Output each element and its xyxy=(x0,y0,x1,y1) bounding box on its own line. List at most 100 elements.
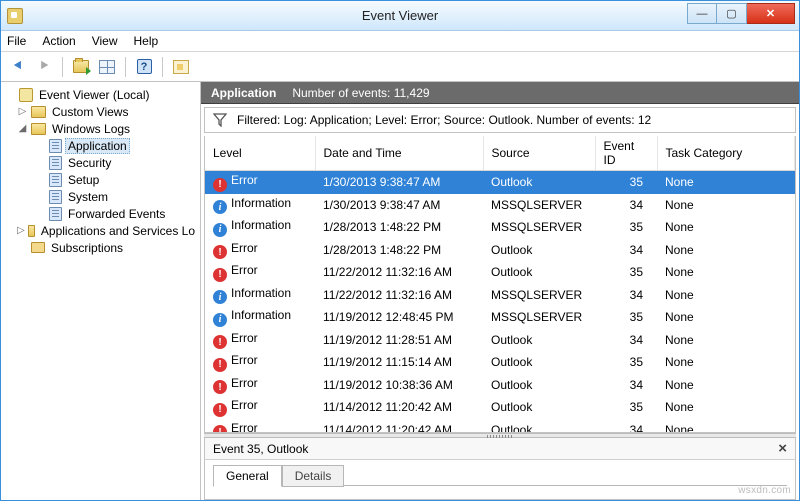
log-header-count: Number of events: 11,429 xyxy=(292,86,429,100)
right-pane: Application Number of events: 11,429 Fil… xyxy=(201,82,799,500)
tree-log-application[interactable]: Application xyxy=(3,137,198,154)
toolbar: ⯇ ⯈ ? xyxy=(1,52,799,82)
minimize-button[interactable]: — xyxy=(687,3,717,24)
tree-log-forwarded[interactable]: Forwarded Events xyxy=(3,205,198,222)
log-icon xyxy=(49,139,62,153)
forward-button[interactable]: ⯈ xyxy=(33,56,55,78)
help-icon: ? xyxy=(137,59,152,74)
tree-subscriptions[interactable]: Subscriptions xyxy=(3,239,198,256)
tree-custom-views[interactable]: ▷ Custom Views xyxy=(3,103,198,120)
table-row[interactable]: Information11/22/2012 11:32:16 AMMSSQLSE… xyxy=(205,284,795,307)
folder-icon xyxy=(28,225,35,237)
action-pane-icon xyxy=(173,60,189,74)
filter-bar[interactable]: Filtered: Log: Application; Level: Error… xyxy=(204,107,796,133)
log-icon xyxy=(49,156,62,170)
details-tabstrip: General Details xyxy=(205,460,795,486)
menu-help[interactable]: Help xyxy=(134,34,159,48)
event-details-pane: Event 35, Outlook × General Details xyxy=(204,438,796,500)
error-icon xyxy=(213,358,227,372)
open-saved-log-button[interactable] xyxy=(70,56,92,78)
error-icon xyxy=(213,178,227,192)
tree-label: Security xyxy=(65,156,114,170)
tree-log-setup[interactable]: Setup xyxy=(3,171,198,188)
tree-label: Event Viewer (Local) xyxy=(36,88,153,102)
tree-log-security[interactable]: Security xyxy=(3,154,198,171)
table-row[interactable]: Error11/14/2012 11:20:42 AMOutlook34None xyxy=(205,419,795,434)
col-datetime[interactable]: Date and Time xyxy=(315,136,483,171)
app-icon xyxy=(7,8,23,24)
tree-label: Subscriptions xyxy=(48,241,126,255)
log-header: Application Number of events: 11,429 xyxy=(201,82,799,104)
error-icon xyxy=(213,245,227,259)
titlebar: Event Viewer — ▢ ✕ xyxy=(1,1,799,31)
menu-action[interactable]: Action xyxy=(42,34,75,48)
event-list[interactable]: Level Date and Time Source Event ID Task… xyxy=(204,136,796,433)
arrow-left-icon: ⯇ xyxy=(12,59,24,74)
tree-label: Custom Views xyxy=(49,105,131,119)
table-row[interactable]: Information1/30/2013 9:38:47 AMMSSQLSERV… xyxy=(205,194,795,217)
watermark: wsxdn.com xyxy=(738,485,791,496)
expand-icon[interactable]: ▷ xyxy=(17,225,25,236)
log-icon xyxy=(49,207,62,221)
table-row[interactable]: Information1/28/2013 1:48:22 PMMSSQLSERV… xyxy=(205,216,795,239)
col-level[interactable]: Level xyxy=(205,136,315,171)
tree-label: Forwarded Events xyxy=(65,207,168,221)
toolbar-separator xyxy=(62,57,63,77)
tree-label: Applications and Services Lo xyxy=(38,224,198,238)
col-task-cat[interactable]: Task Category xyxy=(657,136,795,171)
col-event-id[interactable]: Event ID xyxy=(595,136,657,171)
expand-icon[interactable]: ▷ xyxy=(17,106,28,117)
table-row[interactable]: Error11/19/2012 11:15:14 AMOutlook35None xyxy=(205,351,795,374)
table-row[interactable]: Information11/19/2012 12:48:45 PMMSSQLSE… xyxy=(205,306,795,329)
log-header-name: Application xyxy=(211,86,276,100)
body: Event Viewer (Local) ▷ Custom Views ◢ Wi… xyxy=(1,82,799,500)
info-icon xyxy=(213,290,227,304)
show-hide-console-tree-button[interactable] xyxy=(96,56,118,78)
close-icon[interactable]: × xyxy=(778,440,787,457)
error-icon xyxy=(213,403,227,417)
tree-apps-services[interactable]: ▷ Applications and Services Lo xyxy=(3,222,198,239)
info-icon xyxy=(213,313,227,327)
table-row[interactable]: Error11/14/2012 11:20:42 AMOutlook35None xyxy=(205,396,795,419)
col-source[interactable]: Source xyxy=(483,136,595,171)
toolbar-separator xyxy=(162,57,163,77)
window-title: Event Viewer xyxy=(362,8,438,23)
close-button[interactable]: ✕ xyxy=(747,3,795,24)
help-button[interactable]: ? xyxy=(133,56,155,78)
log-icon xyxy=(49,173,62,187)
table-row[interactable]: Error11/19/2012 11:28:51 AMOutlook34None xyxy=(205,329,795,352)
tree-label: Windows Logs xyxy=(49,122,133,136)
folder-icon xyxy=(73,60,89,73)
arrow-right-icon: ⯈ xyxy=(38,59,50,74)
tab-general[interactable]: General xyxy=(213,465,282,487)
tree-root[interactable]: Event Viewer (Local) xyxy=(3,86,198,103)
back-button[interactable]: ⯇ xyxy=(7,56,29,78)
table-row[interactable]: Error11/22/2012 11:32:16 AMOutlook35None xyxy=(205,261,795,284)
table-row[interactable]: Error11/19/2012 10:38:36 AMOutlook34None xyxy=(205,374,795,397)
error-icon xyxy=(213,380,227,394)
subscriptions-icon xyxy=(31,242,45,253)
maximize-button[interactable]: ▢ xyxy=(717,3,747,24)
details-title-bar: Event 35, Outlook × xyxy=(205,438,795,460)
tree-windows-logs[interactable]: ◢ Windows Logs xyxy=(3,120,198,137)
tab-details[interactable]: Details xyxy=(282,465,345,487)
menu-file[interactable]: File xyxy=(7,34,26,48)
table-row[interactable]: Error1/28/2013 1:48:22 PMOutlook34None xyxy=(205,239,795,262)
table-row[interactable]: Error1/30/2013 9:38:47 AMOutlook35None xyxy=(205,171,795,194)
window-buttons: — ▢ ✕ xyxy=(687,3,795,25)
tree-label: System xyxy=(65,190,111,204)
tree-log-system[interactable]: System xyxy=(3,188,198,205)
error-icon xyxy=(213,268,227,282)
collapse-icon[interactable]: ◢ xyxy=(17,123,28,134)
menubar: File Action View Help xyxy=(1,31,799,52)
error-icon xyxy=(213,425,227,433)
table-header-row: Level Date and Time Source Event ID Task… xyxy=(205,136,795,171)
toolbar-separator xyxy=(125,57,126,77)
console-tree[interactable]: Event Viewer (Local) ▷ Custom Views ◢ Wi… xyxy=(1,82,201,500)
info-icon xyxy=(213,223,227,237)
details-title: Event 35, Outlook xyxy=(213,442,308,456)
menu-view[interactable]: View xyxy=(92,34,118,48)
tree-label: Application xyxy=(65,138,130,154)
show-action-pane-button[interactable] xyxy=(170,56,192,78)
event-viewer-window: Event Viewer — ▢ ✕ File Action View Help… xyxy=(0,0,800,501)
